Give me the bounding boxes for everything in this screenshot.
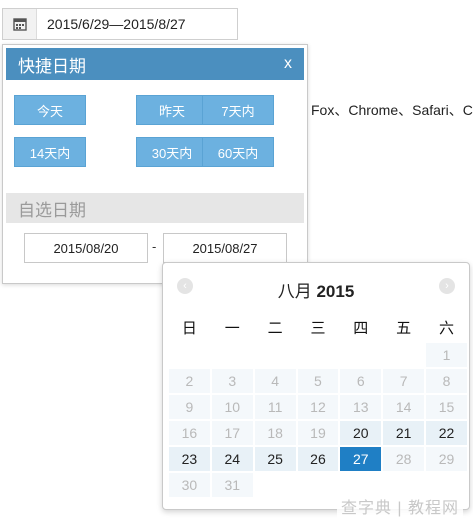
day-cell[interactable]: 7 — [383, 369, 425, 393]
calendar-header: ‹ 八月 2015 › — [163, 263, 469, 309]
quick-button-today[interactable]: 今天 — [14, 95, 86, 125]
day-cell[interactable]: 1 — [426, 343, 467, 367]
day-cell[interactable]: 19 — [297, 421, 339, 445]
week-row: 9 10 11 12 13 14 15 — [169, 395, 467, 419]
date-range-value: 2015/6/29—2015/8/27 — [47, 16, 186, 32]
watermark: 查字典 | 教程网 — [336, 494, 463, 518]
quick-button-60days[interactable]: 60天内 — [202, 137, 274, 167]
day-cell[interactable]: 26 — [297, 447, 339, 471]
week-row: 16 17 18 19 20 21 22 — [169, 421, 467, 445]
day-cell[interactable]: 11 — [254, 395, 296, 419]
day-cell[interactable]: 28 — [383, 447, 425, 471]
day-cell — [298, 343, 339, 367]
close-button[interactable]: x — [284, 55, 292, 73]
quick-date-header: 快捷日期 x — [6, 48, 304, 80]
weekday-label: 日 — [181, 319, 197, 337]
calendar-icon[interactable] — [3, 9, 37, 39]
day-cell — [340, 343, 381, 367]
quick-date-title: 快捷日期 — [18, 56, 86, 76]
week-row: 23 24 25 26 27 28 29 — [169, 447, 467, 471]
day-cell[interactable]: 22 — [426, 421, 467, 445]
day-cell[interactable]: 12 — [297, 395, 339, 419]
day-cell[interactable]: 25 — [254, 447, 296, 471]
weekday-label: 四 — [353, 319, 369, 337]
day-cell[interactable]: 10 — [211, 395, 253, 419]
day-cell — [298, 473, 339, 497]
weekday-row: 日 一 二 三 四 五 六 — [169, 313, 467, 341]
day-cell[interactable]: 9 — [169, 395, 210, 419]
weekday-label: 六 — [439, 319, 455, 337]
day-cell[interactable]: 5 — [297, 369, 339, 393]
end-date-input[interactable]: 2015/08/27 — [163, 233, 287, 263]
date-separator: - — [152, 239, 157, 254]
day-cell[interactable]: 17 — [211, 421, 253, 445]
quick-button-30days[interactable]: 30天内 — [136, 137, 208, 167]
day-cell[interactable]: 21 — [383, 421, 425, 445]
day-cell[interactable]: 2 — [169, 369, 210, 393]
day-cell — [255, 473, 296, 497]
day-cell[interactable]: 29 — [426, 447, 467, 471]
week-row: 1 — [169, 343, 467, 367]
quick-button-yesterday[interactable]: 昨天 — [136, 95, 208, 125]
day-cell[interactable]: 13 — [340, 395, 382, 419]
calendar-year: 2015 — [316, 282, 355, 301]
day-cell — [383, 343, 424, 367]
day-cell[interactable]: 31 — [211, 473, 253, 497]
weekday-label: 三 — [310, 319, 326, 337]
quick-button-14days[interactable]: 14天内 — [14, 137, 86, 167]
day-cell[interactable]: 24 — [211, 447, 253, 471]
calendar-popup: ‹ 八月 2015 › 日 一 二 三 四 五 六 1 2 3 4 5 6 7 … — [162, 262, 470, 510]
calendar-grid: 日 一 二 三 四 五 六 1 2 3 4 5 6 7 8 9 10 11 12… — [167, 311, 469, 499]
day-cell — [212, 343, 253, 367]
day-cell[interactable]: 14 — [383, 395, 425, 419]
day-cell-selected[interactable]: 27 — [340, 447, 382, 471]
week-row: 2 3 4 5 6 7 8 — [169, 369, 467, 393]
weekday-label: 一 — [224, 319, 240, 337]
weekday-label: 五 — [396, 319, 412, 337]
day-cell[interactable]: 15 — [426, 395, 467, 419]
day-cell[interactable]: 4 — [254, 369, 296, 393]
day-cell[interactable]: 3 — [211, 369, 253, 393]
date-range-input[interactable]: 2015/6/29—2015/8/27 — [2, 8, 238, 40]
day-cell[interactable]: 8 — [426, 369, 467, 393]
background-text: Fox、Chrome、Safari、C — [311, 102, 473, 118]
quick-button-7days[interactable]: 7天内 — [202, 95, 274, 125]
weekday-label: 二 — [267, 319, 283, 337]
start-date-input[interactable]: 2015/08/20 — [24, 233, 148, 263]
day-cell[interactable]: 23 — [169, 447, 210, 471]
day-cell[interactable]: 6 — [340, 369, 382, 393]
calendar-month-title: 八月 2015 — [163, 277, 469, 302]
day-cell — [169, 343, 210, 367]
quick-date-panel: 快捷日期 x 今天 昨天 7天内 14天内 30天内 60天内 自选日期 201… — [2, 44, 308, 284]
day-cell[interactable]: 30 — [169, 473, 210, 497]
custom-date-header: 自选日期 — [6, 193, 304, 223]
next-month-icon[interactable]: › — [439, 278, 455, 294]
day-cell[interactable]: 16 — [169, 421, 210, 445]
calendar-month: 八月 — [277, 282, 312, 301]
day-cell[interactable]: 18 — [254, 421, 296, 445]
day-cell — [255, 343, 296, 367]
day-cell[interactable]: 20 — [340, 421, 382, 445]
